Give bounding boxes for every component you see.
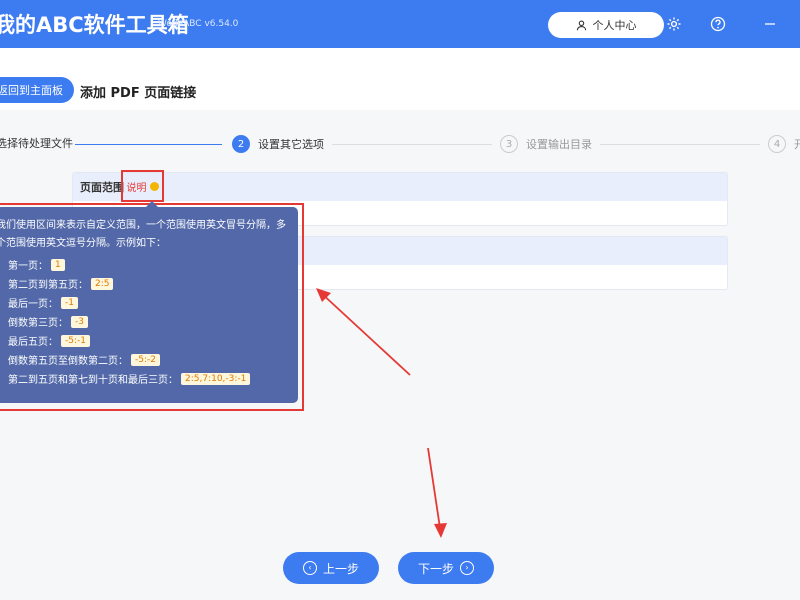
- next-step-label: 下一步: [417, 561, 454, 576]
- tooltip-example: 倒数第三页： -3: [0, 312, 292, 331]
- step-connector: [600, 144, 760, 145]
- user-center-button[interactable]: 个人中心: [548, 12, 664, 38]
- example-code: 2:5: [91, 277, 114, 290]
- tooltip-example: 最后一页： -1: [0, 293, 292, 312]
- app-header: 我的ABC软件工具箱 WodeABC v6.54.0 个人中心: [0, 0, 800, 48]
- step-connector: [332, 144, 492, 145]
- window-control-icon[interactable]: [760, 14, 780, 34]
- hint-label: 说明: [126, 182, 147, 194]
- tooltip-example: 最后五页： -5:-1: [0, 331, 292, 350]
- example-code: 1: [51, 258, 65, 271]
- chevron-right-icon: ›: [460, 561, 474, 575]
- tooltip-example: 第一页： 1: [0, 255, 292, 274]
- hint-highlight[interactable]: 说明: [121, 170, 164, 202]
- next-step-button[interactable]: 下一步 ›: [398, 552, 494, 584]
- step-label: 设置输出目录: [526, 138, 592, 151]
- step-output-dir: 3 设置输出目录: [500, 135, 592, 153]
- previous-step-label: 上一步: [322, 561, 359, 576]
- step-connector: [75, 144, 222, 145]
- example-code: 2:5,7:10,-3:-1: [181, 372, 251, 385]
- step-number: 4: [768, 135, 786, 153]
- step-start: 4 开: [768, 135, 800, 153]
- step-label: 设置其它选项: [258, 138, 324, 151]
- step-label: 开: [794, 138, 800, 151]
- page-range-label: 页面范围: [80, 181, 124, 194]
- app-version: WodeABC v6.54.0: [158, 19, 239, 29]
- help-icon[interactable]: [708, 14, 728, 34]
- page-title: 添加 PDF 页面链接: [80, 86, 197, 101]
- tooltip-example: 第二到五页和第七到十页和最后三页： 2:5,7:10,-3:-1: [0, 369, 292, 388]
- example-code: -5:-2: [131, 353, 160, 366]
- user-icon: [576, 16, 587, 35]
- step-number: 2: [232, 135, 250, 153]
- chevron-left-icon: ‹: [302, 561, 317, 575]
- step-select-files: 选择待处理文件: [0, 135, 73, 151]
- example-code: -5:-1: [61, 334, 90, 347]
- back-to-main-button[interactable]: 返回到主面板: [0, 77, 74, 103]
- tooltip-example: 倒数第五页至倒数第二页： -5:-2: [0, 350, 292, 369]
- step-label: 选择待处理文件: [0, 137, 73, 150]
- tooltip-description: 我们使用区间来表示自定义范围，一个范围使用英文冒号分隔，多个范围使用英文逗号分隔…: [0, 220, 286, 249]
- step-number: 3: [500, 135, 518, 153]
- page-range-tooltip: 我们使用区间来表示自定义范围，一个范围使用英文冒号分隔，多个范围使用英文逗号分隔…: [0, 201, 298, 403]
- settings-gear-icon[interactable]: [664, 14, 684, 34]
- example-code: -1: [61, 296, 78, 309]
- tooltip-example: 第二页到第五页： 2:5: [0, 274, 292, 293]
- info-dot-icon: [149, 181, 159, 191]
- user-center-label: 个人中心: [592, 19, 637, 32]
- step-other-options: 2 设置其它选项: [232, 135, 324, 153]
- example-code: -3: [71, 315, 88, 328]
- previous-step-button[interactable]: ‹ 上一步: [283, 552, 379, 584]
